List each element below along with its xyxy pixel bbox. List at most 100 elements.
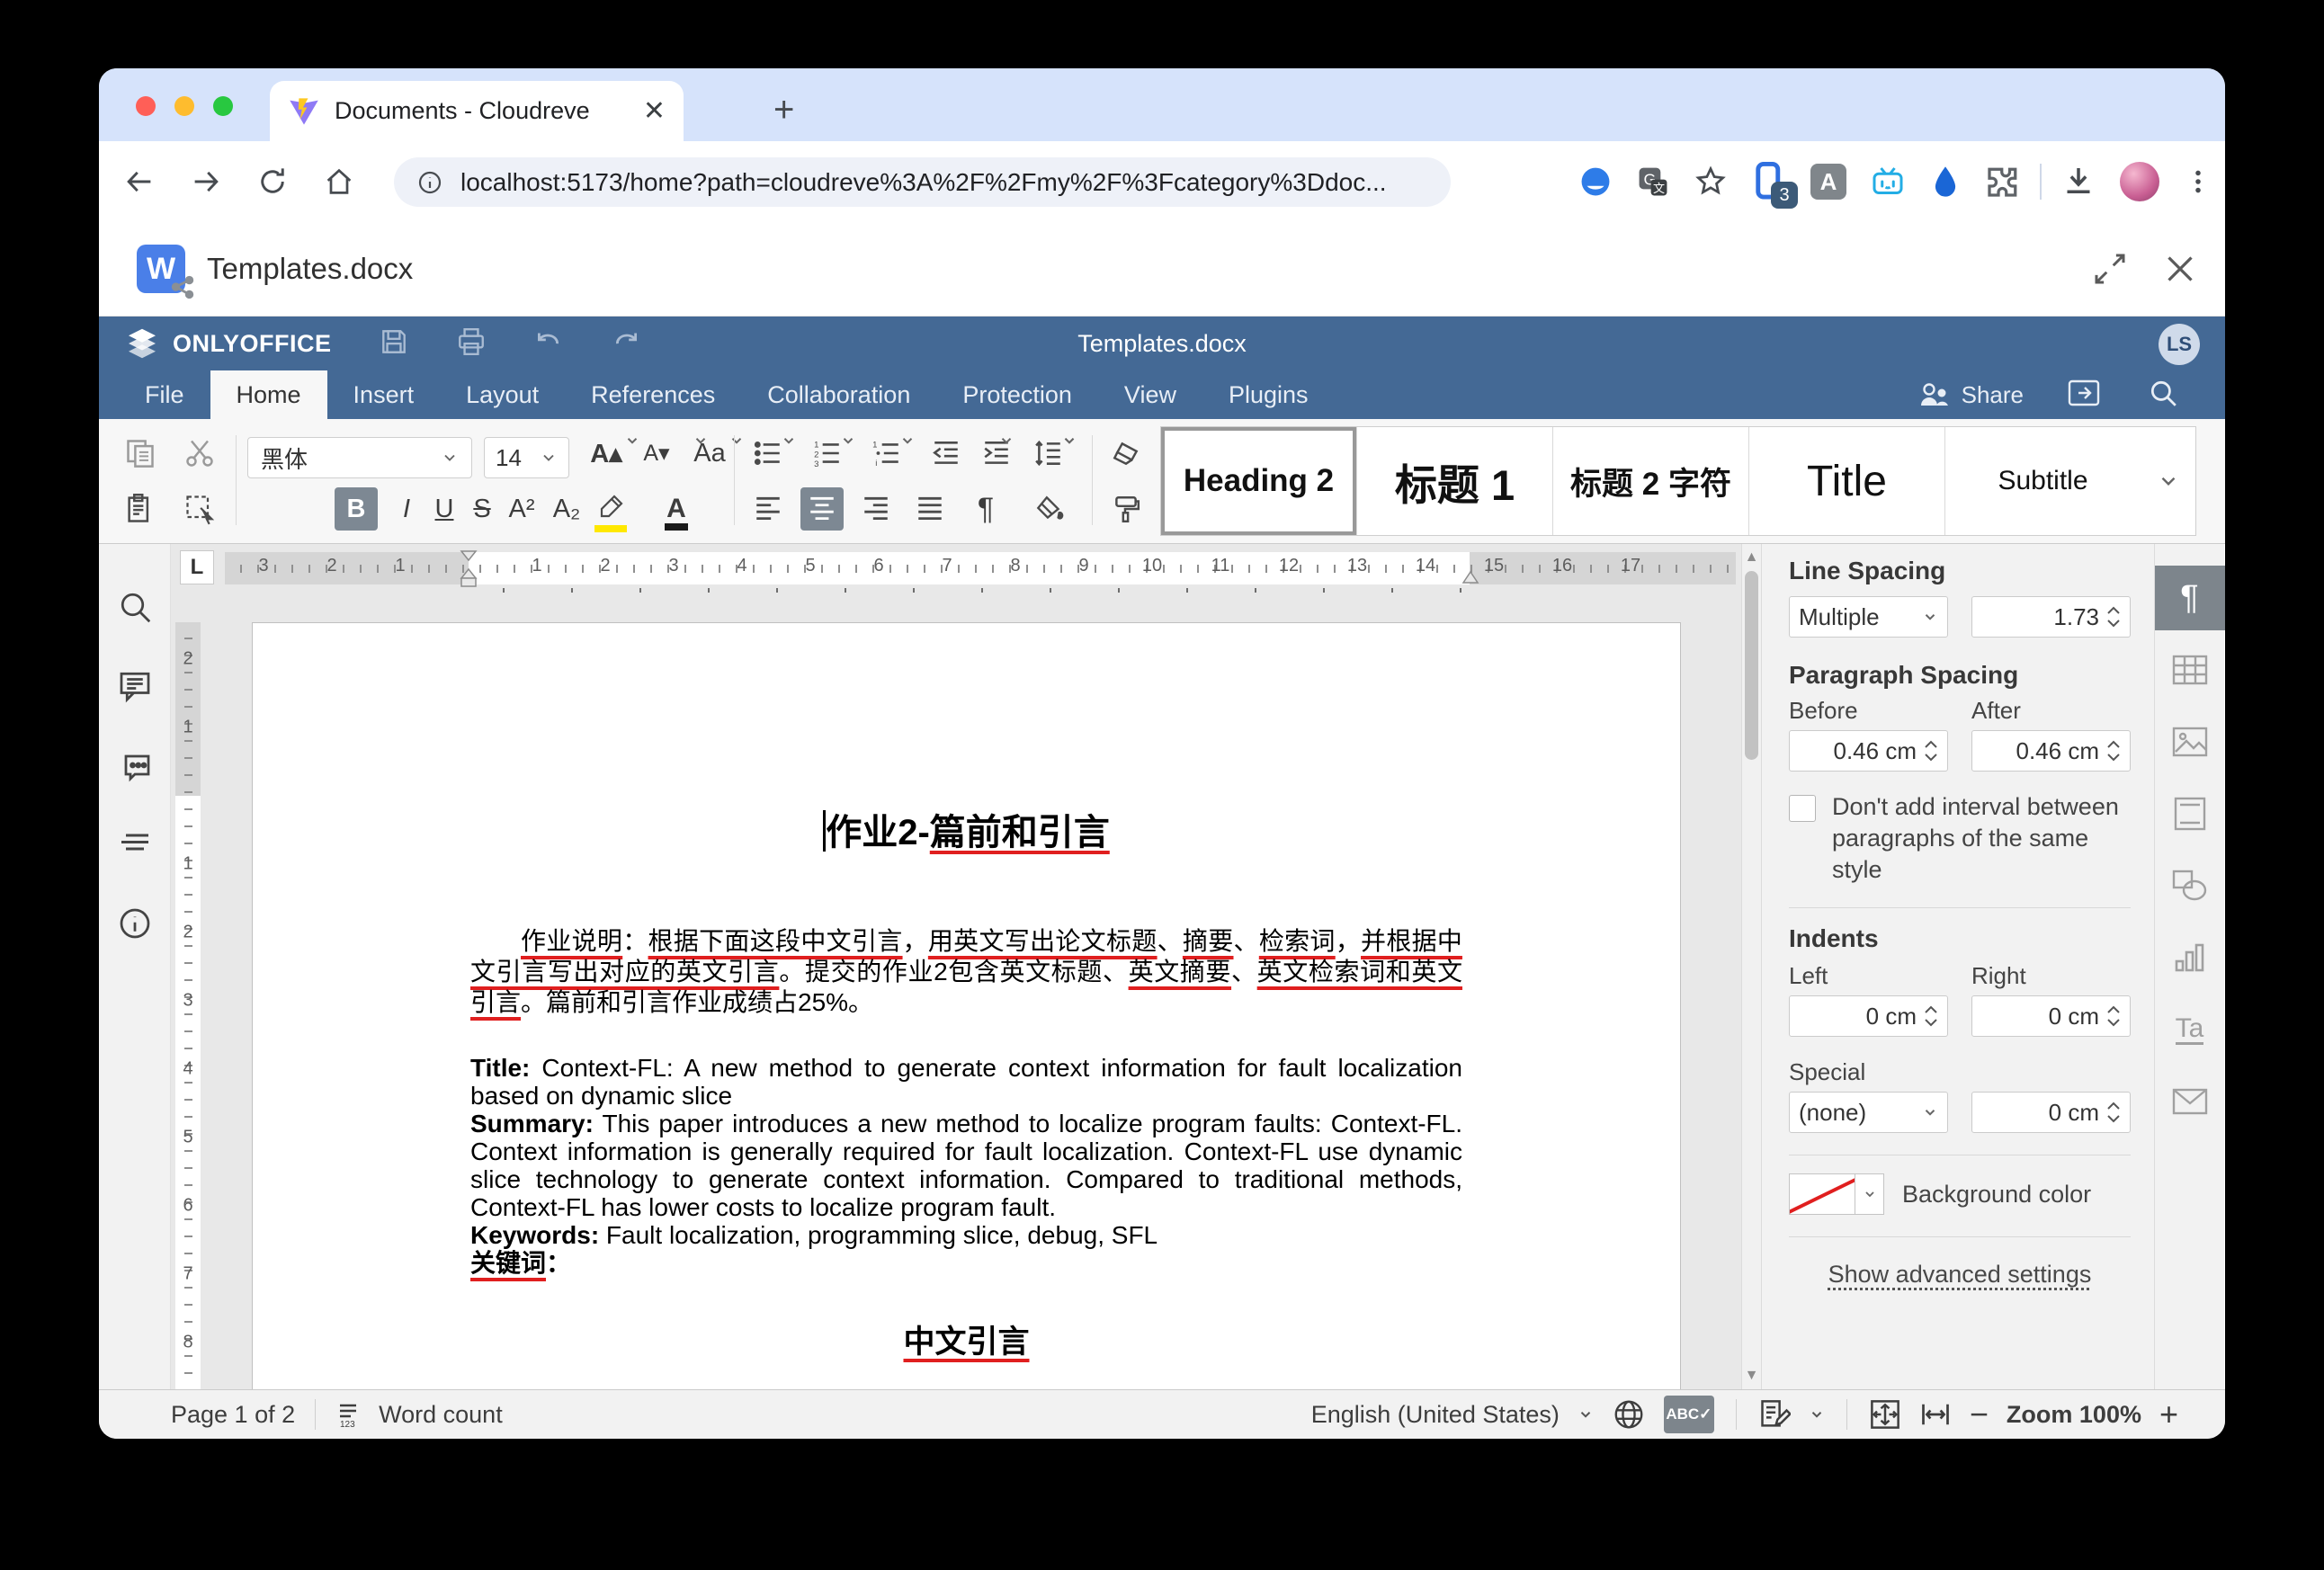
style-preset-1[interactable]: 标题 1 — [1357, 427, 1553, 535]
mail-merge-settings-tab[interactable] — [2155, 1069, 2225, 1134]
subscript-button[interactable]: A₂ — [545, 487, 588, 531]
zoom-level[interactable]: Zoom 100% — [2007, 1401, 2141, 1429]
table-settings-tab[interactable] — [2155, 638, 2225, 702]
menu-tab-protection[interactable]: Protection — [936, 370, 1098, 419]
page-indicator[interactable]: Page 1 of 2 — [171, 1401, 295, 1429]
tab-selector[interactable]: L — [180, 550, 214, 584]
restore-size-icon[interactable] — [2085, 244, 2135, 294]
numbering-dropdown[interactable] — [840, 419, 860, 462]
user-avatar[interactable]: LS — [2159, 324, 2200, 365]
shape-settings-tab[interactable] — [2155, 853, 2225, 918]
nonprinting-chars-dropdown[interactable] — [998, 419, 1018, 462]
header-footer-settings-tab[interactable] — [2155, 781, 2225, 846]
zoom-in-icon[interactable]: + — [2159, 1396, 2178, 1433]
font-name-select[interactable]: 黑体 — [247, 437, 472, 478]
menu-tab-view[interactable]: View — [1098, 370, 1202, 419]
spell-check-toggle[interactable]: ABC✓ — [1664, 1396, 1714, 1433]
fit-page-icon[interactable] — [1869, 1398, 1901, 1431]
undo-icon[interactable] — [533, 326, 564, 361]
browser-tab[interactable]: Documents - Cloudreve ✕ — [270, 81, 684, 141]
back-button[interactable] — [113, 156, 165, 208]
language-selector[interactable]: English (United States) — [1311, 1401, 1560, 1429]
cut-button[interactable] — [178, 432, 221, 475]
navigation-headings-icon[interactable] — [115, 825, 155, 864]
font-color-button[interactable]: A — [655, 487, 698, 531]
background-color-swatch[interactable] — [1789, 1173, 1855, 1215]
select-all-button[interactable] — [178, 487, 221, 531]
copy-style-button[interactable] — [1104, 487, 1148, 531]
paste-button[interactable] — [119, 487, 162, 531]
show-advanced-settings-link[interactable]: Show advanced settings — [1789, 1261, 2131, 1289]
style-preset-3[interactable]: Title — [1749, 427, 1945, 535]
menu-tab-references[interactable]: References — [565, 370, 741, 419]
share-button[interactable]: Share — [1918, 381, 2024, 409]
italic-button[interactable]: I — [385, 487, 428, 531]
nonprinting-chars-button[interactable]: ¶ — [964, 487, 1007, 531]
multilevel-dropdown[interactable] — [899, 419, 919, 462]
strikethrough-button[interactable]: S — [460, 487, 504, 531]
save-icon[interactable] — [379, 326, 409, 361]
close-document-icon[interactable] — [2155, 244, 2205, 294]
spinner-arrows[interactable] — [2106, 606, 2121, 628]
paragraph-settings-tab[interactable]: ¶ — [2155, 566, 2225, 630]
increase-font-button[interactable]: A▴ — [585, 432, 628, 475]
zoom-out-icon[interactable]: − — [1970, 1396, 1989, 1433]
find-icon[interactable] — [115, 587, 155, 627]
menu-tab-home[interactable]: Home — [210, 370, 327, 419]
track-changes-dropdown-icon[interactable] — [1809, 1406, 1825, 1423]
word-count-label[interactable]: Word count — [379, 1401, 503, 1429]
close-window-button[interactable] — [136, 96, 156, 116]
home-button[interactable] — [313, 156, 365, 208]
style-preset-2[interactable]: 标题 2 字符 — [1553, 427, 1749, 535]
background-color-dropdown[interactable] — [1855, 1173, 1884, 1215]
align-left-button[interactable] — [746, 487, 790, 531]
minimize-window-button[interactable] — [174, 96, 194, 116]
highlight-color-dropdown[interactable] — [624, 419, 644, 462]
open-file-location-icon[interactable] — [2067, 379, 2101, 412]
clear-style-button[interactable] — [1104, 432, 1148, 475]
font-size-select[interactable]: 14 — [484, 437, 569, 478]
print-icon[interactable] — [456, 326, 487, 361]
indent-markers[interactable] — [457, 549, 480, 591]
extension-phone-icon[interactable]: 3 — [1751, 162, 1787, 201]
spacing-before-field[interactable]: 0.46 cm — [1789, 730, 1948, 772]
assistant-icon[interactable] — [1578, 165, 1613, 199]
translate-icon[interactable]: G文 — [1636, 165, 1670, 199]
horizontal-ruler[interactable]: 3211234567891011121314151617 — [225, 552, 1736, 584]
menu-tab-plugins[interactable]: Plugins — [1202, 370, 1335, 419]
decrease-indent-button[interactable] — [925, 432, 968, 475]
reload-button[interactable] — [246, 156, 299, 208]
align-center-button[interactable] — [800, 487, 844, 531]
browser-menu-icon[interactable] — [2183, 166, 2213, 197]
line-spacing-amount[interactable]: 1.73 — [1971, 596, 2131, 638]
right-indent-marker[interactable] — [1459, 568, 1482, 586]
track-changes-icon[interactable] — [1758, 1398, 1791, 1431]
shading-fill-button[interactable] — [1027, 487, 1070, 531]
menu-tab-insert[interactable]: Insert — [327, 370, 441, 419]
tab-close-icon[interactable]: ✕ — [643, 95, 666, 127]
extensions-puzzle-icon[interactable] — [1985, 164, 2021, 200]
profile-avatar[interactable] — [2120, 162, 2159, 201]
align-right-button[interactable] — [854, 487, 898, 531]
fullscreen-window-button[interactable] — [213, 96, 233, 116]
special-select[interactable]: (none) — [1789, 1092, 1948, 1133]
shading-fill-dropdown[interactable] — [1061, 419, 1081, 462]
interval-checkbox-label[interactable]: Don't add interval between paragraphs of… — [1832, 791, 2131, 886]
underline-button[interactable]: U — [423, 487, 466, 531]
scrollbar-thumb[interactable] — [1745, 571, 1758, 760]
spacing-after-field[interactable]: 0.46 cm — [1971, 730, 2131, 772]
special-amount-field[interactable]: 0 cm — [1971, 1092, 2131, 1133]
justify-button[interactable] — [908, 487, 952, 531]
forward-button[interactable] — [180, 156, 232, 208]
about-info-icon[interactable] — [115, 904, 155, 943]
address-bar[interactable]: localhost:5173/home?path=cloudreve%3A%2F… — [394, 157, 1451, 207]
bilibili-icon[interactable] — [1870, 164, 1906, 200]
site-info-icon[interactable] — [416, 168, 444, 197]
extension-a-icon[interactable]: A — [1810, 164, 1846, 200]
style-preset-4[interactable]: Subtitle — [1945, 427, 2141, 535]
new-tab-button[interactable]: + — [773, 92, 794, 128]
image-settings-tab[interactable] — [2155, 709, 2225, 774]
menu-tab-collaboration[interactable]: Collaboration — [741, 370, 936, 419]
copy-button[interactable] — [119, 432, 162, 475]
language-dropdown-icon[interactable] — [1578, 1406, 1594, 1423]
